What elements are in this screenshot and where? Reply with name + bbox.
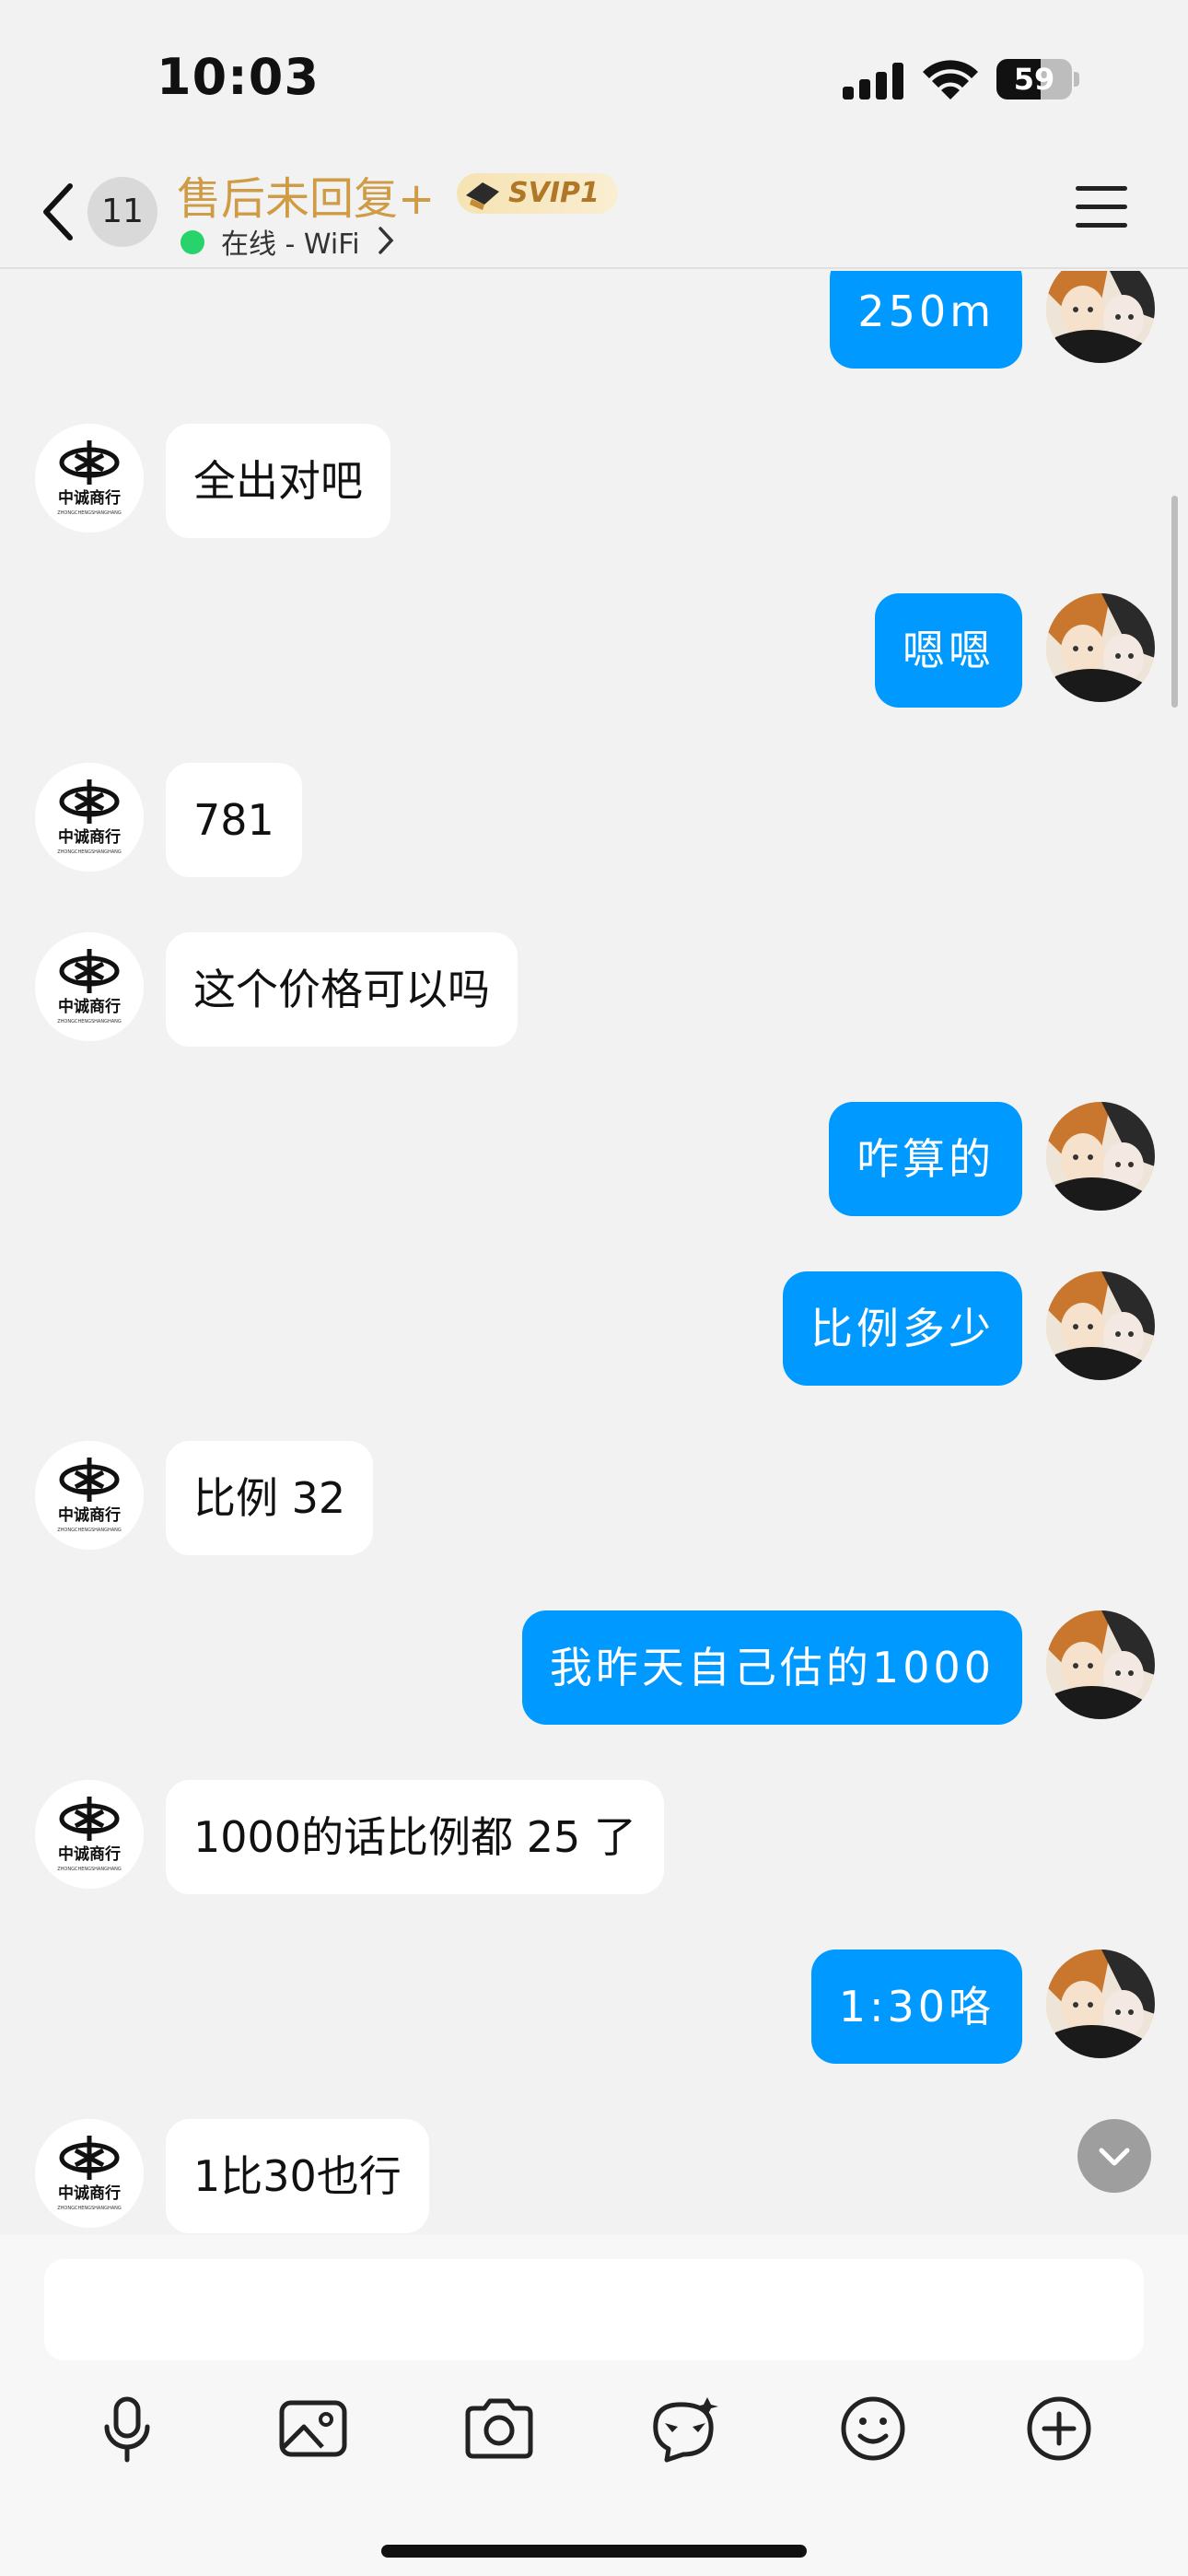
svg-text:中诚商行: 中诚商行 (58, 2184, 121, 2203)
my-avatar[interactable] (1046, 271, 1155, 363)
my-avatar[interactable] (1046, 593, 1155, 702)
outgoing-message: 250m (0, 271, 1188, 369)
scrollbar[interactable] (1171, 496, 1178, 708)
svg-text:中诚商行: 中诚商行 (58, 997, 121, 1016)
outgoing-message: 比例多少 (0, 1227, 1188, 1386)
user-avatar-icon (1046, 1271, 1155, 1380)
merchant-logo-icon: 中诚商行 ZHONGCHENGSHANGHANG (35, 424, 144, 533)
user-avatar-icon (1046, 1950, 1155, 2058)
svg-text:ZHONGCHENGSHANGHANG: ZHONGCHENGSHANGHANG (57, 1019, 122, 1025)
contact-avatar[interactable]: 中诚商行 ZHONGCHENGSHANGHANG (35, 1441, 144, 1550)
contact-avatar[interactable]: 中诚商行 ZHONGCHENGSHANGHANG (35, 1780, 144, 1889)
online-indicator (181, 230, 204, 254)
menu-icon[interactable] (1076, 182, 1127, 230)
message-bubble[interactable]: 1000的话比例都 25 了 (166, 1780, 664, 1894)
outgoing-message: 我昨天自己估的1000 (0, 1566, 1188, 1725)
user-avatar-icon (1046, 1102, 1155, 1211)
unread-count-badge[interactable]: 11 (87, 177, 157, 247)
message-bubble[interactable]: 嗯嗯 (875, 593, 1022, 708)
message-bubble[interactable]: 全出对吧 (166, 424, 390, 538)
chevron-right-icon[interactable] (376, 225, 396, 256)
chevron-down-icon (1099, 2148, 1130, 2166)
back-chevron-icon[interactable] (33, 175, 85, 249)
message-bubble[interactable]: 781 (166, 763, 302, 877)
incoming-message: 中诚商行 ZHONGCHENGSHANGHANG 781 (0, 719, 1188, 877)
emoji-icon[interactable] (834, 2390, 912, 2467)
merchant-logo-icon: 中诚商行 ZHONGCHENGSHANGHANG (35, 1780, 144, 1889)
contact-avatar[interactable]: 中诚商行 ZHONGCHENGSHANGHANG (35, 2119, 144, 2228)
incoming-message: 中诚商行 ZHONGCHENGSHANGHANG 比例 32 (0, 1397, 1188, 1555)
my-avatar[interactable] (1046, 1950, 1155, 2058)
wifi-icon (923, 60, 978, 100)
svg-text:中诚商行: 中诚商行 (58, 488, 121, 508)
message-bubble[interactable]: 这个价格可以吗 (166, 932, 518, 1047)
svg-text:中诚商行: 中诚商行 (58, 1505, 121, 1525)
status-time: 10:03 (157, 48, 320, 106)
microphone-icon[interactable] (88, 2390, 166, 2467)
outgoing-message: 嗯嗯 (0, 549, 1188, 708)
image-icon[interactable] (274, 2390, 352, 2467)
incoming-message: 中诚商行 ZHONGCHENGSHANGHANG 1比30也行 (0, 2075, 1188, 2233)
user-avatar-icon (1046, 593, 1155, 702)
svg-text:ZHONGCHENGSHANGHANG: ZHONGCHENGSHANGHANG (57, 2206, 122, 2211)
home-indicator (381, 2545, 807, 2558)
battery-icon: 59 (996, 59, 1079, 100)
outgoing-message: 咋算的 (0, 1058, 1188, 1216)
user-avatar-icon (1046, 271, 1155, 363)
online-status[interactable]: 在线 - WiFi (221, 221, 360, 262)
chat-header: 11 售后未回复+ SVIP1 在线 - WiFi (0, 157, 1188, 269)
message-input[interactable] (44, 2259, 1144, 2360)
my-avatar[interactable] (1046, 1610, 1155, 1719)
merchant-logo-icon: 中诚商行 ZHONGCHENGSHANGHANG (35, 763, 144, 872)
camera-icon[interactable] (460, 2390, 538, 2467)
svg-text:ZHONGCHENGSHANGHANG: ZHONGCHENGSHANGHANG (57, 1528, 122, 1533)
vip-badge-label: SVIP1 (508, 177, 600, 209)
contact-avatar[interactable]: 中诚商行 ZHONGCHENGSHANGHANG (35, 932, 144, 1041)
svg-text:ZHONGCHENGSHANGHANG: ZHONGCHENGSHANGHANG (57, 510, 122, 516)
plus-icon[interactable] (1020, 2390, 1098, 2467)
message-bubble[interactable]: 咋算的 (829, 1102, 1022, 1216)
my-avatar[interactable] (1046, 1102, 1155, 1211)
message-bubble[interactable]: 1比30也行 (166, 2119, 429, 2233)
outgoing-message: 1:30咯 (0, 1905, 1188, 2064)
message-bubble[interactable]: 1:30咯 (810, 1950, 1022, 2064)
input-panel (0, 2235, 1188, 2576)
svg-text:中诚商行: 中诚商行 (58, 1844, 121, 1864)
message-list[interactable]: 250m 中诚商行 ZHONGCHENGSHANGHANG 全出对吧 嗯嗯 中诚… (0, 271, 1188, 2235)
vip-hat-icon (466, 182, 499, 210)
contact-avatar[interactable]: 中诚商行 ZHONGCHENGSHANGHANG (35, 763, 144, 872)
cellular-signal-icon (843, 63, 905, 100)
message-bubble[interactable]: 我昨天自己估的1000 (521, 1610, 1022, 1725)
status-bar: 10:03 59 (0, 0, 1188, 157)
message-bubble[interactable]: 250m (830, 271, 1022, 369)
svg-text:ZHONGCHENGSHANGHANG: ZHONGCHENGSHANGHANG (57, 849, 122, 855)
merchant-logo-icon: 中诚商行 ZHONGCHENGSHANGHANG (35, 2119, 144, 2228)
merchant-logo-icon: 中诚商行 ZHONGCHENGSHANGHANG (35, 932, 144, 1041)
incoming-message: 中诚商行 ZHONGCHENGSHANGHANG 这个价格可以吗 (0, 888, 1188, 1047)
incoming-message: 中诚商行 ZHONGCHENGSHANGHANG 全出对吧 (0, 380, 1188, 538)
my-avatar[interactable] (1046, 1271, 1155, 1380)
svg-text:中诚商行: 中诚商行 (58, 827, 121, 847)
vip-badge[interactable]: SVIP1 (457, 173, 618, 214)
message-bubble[interactable]: 比例多少 (783, 1271, 1022, 1386)
battery-percent: 59 (1013, 62, 1055, 97)
contact-avatar[interactable]: 中诚商行 ZHONGCHENGSHANGHANG (35, 424, 144, 533)
user-avatar-icon (1046, 1610, 1155, 1719)
scroll-to-bottom-button[interactable] (1077, 2119, 1151, 2193)
svg-text:ZHONGCHENGSHANGHANG: ZHONGCHENGSHANGHANG (57, 1867, 122, 1872)
merchant-logo-icon: 中诚商行 ZHONGCHENGSHANGHANG (35, 1441, 144, 1550)
chat-title[interactable]: 售后未回复+ (177, 162, 435, 227)
incoming-message: 中诚商行 ZHONGCHENGSHANGHANG 1000的话比例都 25 了 (0, 1736, 1188, 1894)
chat-mask-icon[interactable] (646, 2390, 724, 2467)
message-bubble[interactable]: 比例 32 (166, 1441, 374, 1555)
